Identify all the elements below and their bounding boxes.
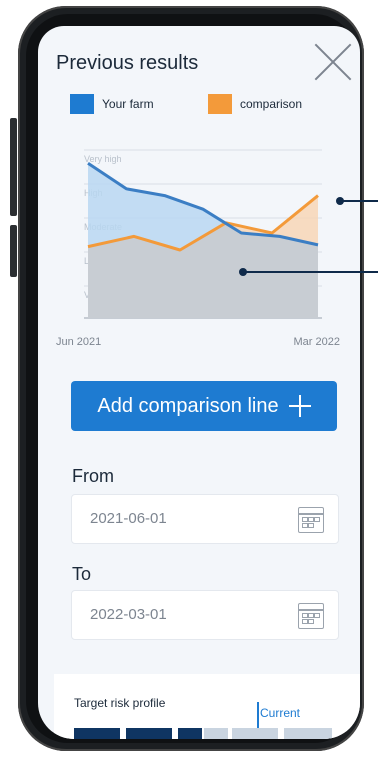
page-title: Previous results [56, 52, 199, 74]
target-risk-panel: Target risk profile Current [54, 674, 360, 739]
annotation-line [245, 271, 378, 273]
calendar-icon[interactable] [298, 603, 324, 629]
calendar-icon[interactable] [298, 507, 324, 533]
side-button [10, 154, 17, 216]
app-screen: Previous results Your farm comparison Ve… [38, 26, 360, 739]
from-label: From [72, 466, 114, 486]
risk-segment [126, 728, 172, 739]
from-date-input[interactable] [88, 509, 272, 528]
legend-label: Your farm [102, 97, 154, 111]
band-label: Very high [84, 154, 122, 164]
x-label-end: Mar 2022 [293, 336, 340, 348]
x-label-start: Jun 2021 [56, 336, 102, 348]
results-chart: Very highHighModerateLowVery low [68, 130, 338, 330]
add-comparison-label: Add comparison line [97, 394, 279, 417]
add-comparison-button[interactable]: Add comparison line [71, 381, 337, 431]
legend-your-farm: Your farm [70, 94, 154, 114]
side-button [10, 118, 17, 158]
risk-segment [74, 728, 120, 739]
risk-segment [178, 728, 202, 739]
from-date-field[interactable] [71, 494, 339, 544]
risk-segment [232, 728, 278, 739]
risk-segment [284, 728, 332, 739]
target-risk-label: Target risk profile [74, 696, 166, 710]
legend-comparison: comparison [208, 94, 302, 114]
side-button [10, 225, 17, 277]
plus-icon [288, 395, 311, 417]
to-date-field[interactable] [71, 590, 339, 640]
legend-swatch-orange [208, 94, 232, 114]
legend-swatch-blue [70, 94, 94, 114]
annotation-line [342, 200, 378, 202]
to-label: To [72, 564, 92, 584]
close-icon[interactable] [312, 42, 352, 82]
risk-segment [204, 728, 228, 739]
legend-label: comparison [240, 97, 303, 111]
to-date-input[interactable] [88, 605, 272, 624]
current-label: Current [260, 706, 301, 720]
